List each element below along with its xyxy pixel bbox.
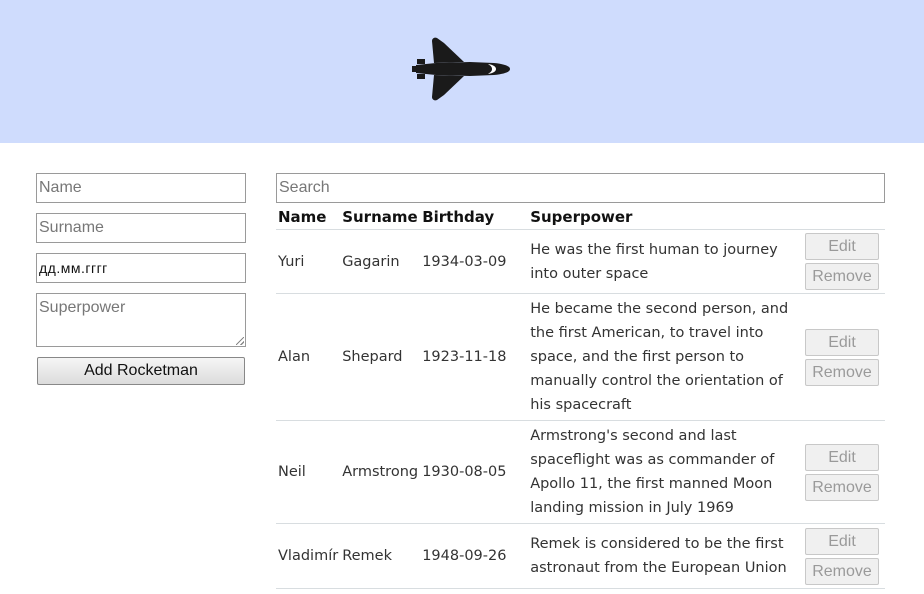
cell-birthday: 1930-08-05: [420, 420, 529, 524]
surname-input[interactable]: Surname: [36, 213, 246, 243]
remove-button[interactable]: Remove: [805, 358, 879, 386]
column-header-birthday: Birthday: [420, 205, 529, 230]
edit-button[interactable]: Edit: [805, 328, 879, 356]
cell-birthday: 1934-03-09: [420, 229, 529, 294]
cell-birthday: 1948-09-26: [420, 523, 529, 589]
cell-superpower: Armstrong's second and last spaceflight …: [528, 420, 805, 524]
edit-button[interactable]: Edit: [805, 233, 879, 260]
table-row: Alan Shepard 1923-11-18 He became the se…: [276, 293, 885, 421]
cell-birthday: 1923-11-18: [420, 293, 529, 421]
superpower-textarea[interactable]: Superpower: [36, 293, 246, 347]
superpower-placeholder: Superpower: [39, 299, 126, 316]
cell-actions: Edit Remove: [805, 420, 885, 524]
rocketmen-table: Name Surname Birthday Superpower Yuri Ga…: [276, 205, 885, 589]
cell-actions: Edit Remove: [805, 293, 885, 421]
cell-superpower: Remek is considered to be the first astr…: [528, 523, 805, 589]
edit-button[interactable]: Edit: [805, 527, 879, 555]
table-row: Neil Armstrong 1930-08-05 Armstrong's se…: [276, 420, 885, 524]
cell-actions: Edit Remove: [805, 523, 885, 589]
table-row: Vladimír Remek 1948-09-26 Remek is consi…: [276, 523, 885, 589]
cell-surname: Shepard: [340, 293, 421, 421]
cell-name: Alan: [276, 293, 341, 421]
name-input[interactable]: Name: [36, 173, 246, 203]
column-header-actions: [805, 205, 885, 230]
cell-surname: Armstrong: [340, 420, 421, 524]
cell-superpower: He became the second person, and the fir…: [528, 293, 805, 421]
cell-surname: Gagarin: [340, 229, 421, 294]
table-header-row: Name Surname Birthday Superpower: [276, 205, 885, 230]
column-header-surname: Surname: [340, 205, 421, 230]
table-row: Yuri Gagarin 1934-03-09 He was the first…: [276, 229, 885, 294]
edit-button[interactable]: Edit: [805, 443, 879, 471]
add-rocketman-form: Name Surname дд.мм.гггг Superpower Add R…: [36, 173, 246, 385]
cell-actions: Edit Remove: [805, 229, 885, 294]
cell-name: Yuri: [276, 229, 341, 294]
remove-button[interactable]: Remove: [805, 557, 879, 585]
remove-button[interactable]: Remove: [805, 263, 879, 290]
cell-surname: Remek: [340, 523, 421, 589]
cell-superpower: He was the first human to journey into o…: [528, 229, 805, 294]
column-header-name: Name: [276, 205, 341, 230]
add-rocketman-button[interactable]: Add Rocketman: [37, 357, 245, 385]
search-input[interactable]: Search: [276, 173, 885, 203]
cell-name: Neil: [276, 420, 341, 524]
birthday-date-input[interactable]: дд.мм.гггг: [36, 253, 246, 283]
cell-name: Vladimír: [276, 523, 341, 589]
space-shuttle-icon: [412, 37, 510, 101]
remove-button[interactable]: Remove: [805, 473, 879, 501]
column-header-superpower: Superpower: [528, 205, 805, 230]
resize-handle-icon[interactable]: [236, 337, 244, 345]
header-banner: [0, 0, 924, 143]
